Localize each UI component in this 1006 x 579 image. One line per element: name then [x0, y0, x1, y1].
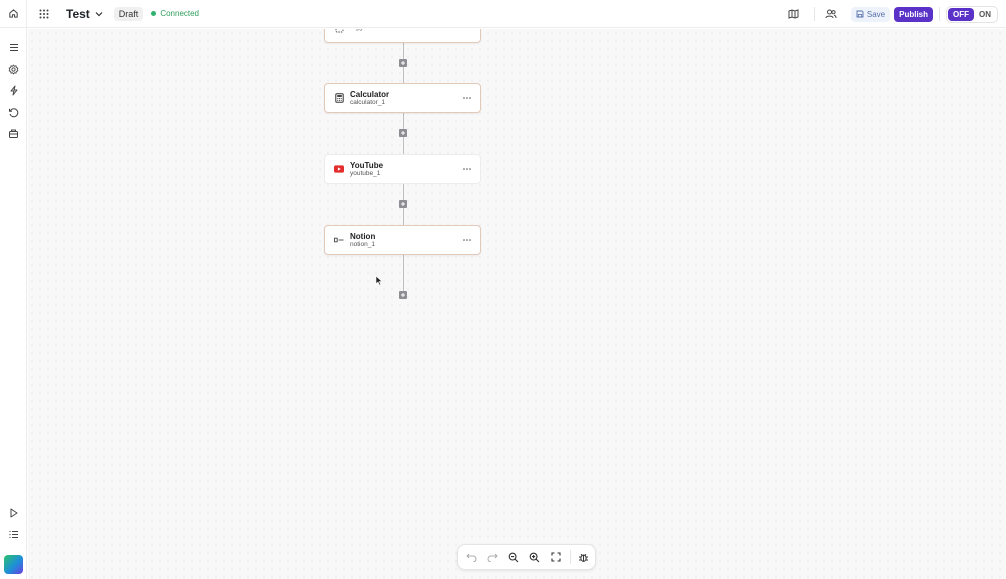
more-options-icon[interactable]: [462, 93, 472, 103]
grid-icon: [39, 9, 49, 18]
connector-line: [403, 184, 404, 200]
lightning-icon[interactable]: [6, 83, 21, 98]
node-id: calculator_1: [350, 98, 386, 106]
node-id: notion_1: [350, 240, 375, 248]
undo-icon: [466, 553, 477, 562]
add-step-button[interactable]: [399, 200, 407, 208]
connector-line: [403, 255, 404, 291]
users-icon: [825, 9, 837, 19]
play-icon[interactable]: [6, 505, 21, 520]
status-badge: Draft: [113, 6, 144, 21]
workflow-canvas[interactable]: trigger Calculator calculator_1 YouTube …: [28, 29, 1006, 579]
calculator-icon: [334, 93, 344, 103]
map-icon: [788, 9, 799, 19]
menu-icon[interactable]: [6, 40, 21, 55]
save-button[interactable]: Save: [850, 6, 891, 22]
node-title: Calculator: [350, 89, 390, 99]
fit-view-button[interactable]: [546, 548, 565, 566]
workflow-node-trigger[interactable]: trigger: [324, 29, 481, 43]
status-dot-icon: [151, 11, 157, 16]
connection-status-label: Connected: [160, 9, 200, 18]
trigger-icon: [334, 29, 344, 33]
workflow-title[interactable]: Test: [66, 7, 90, 21]
youtube-icon: [334, 164, 344, 174]
app-logo[interactable]: [4, 555, 23, 574]
package-icon[interactable]: [6, 126, 21, 141]
map-button[interactable]: [786, 6, 802, 22]
toggle-off-option[interactable]: OFF: [948, 7, 974, 21]
zoom-out-button[interactable]: [504, 548, 523, 566]
debug-button[interactable]: [574, 548, 593, 566]
node-title: Notion: [350, 231, 376, 241]
redo-button[interactable]: [483, 548, 502, 566]
workflow-node-youtube[interactable]: YouTube youtube_1: [324, 154, 481, 184]
node-title: YouTube: [350, 160, 384, 170]
connector-line: [403, 113, 404, 129]
divider: [813, 7, 815, 21]
fit-view-icon: [551, 552, 561, 562]
more-options-icon[interactable]: [462, 235, 472, 245]
divider: [570, 550, 572, 564]
notion-icon: [334, 235, 344, 245]
mouse-cursor-icon: [375, 275, 383, 286]
workflow-node-notion[interactable]: Notion notion_1: [324, 225, 481, 255]
more-options-icon[interactable]: [462, 164, 472, 174]
top-right-actions: Save Publish OFF ON: [786, 0, 998, 28]
divider: [939, 7, 940, 21]
node-id: youtube_1: [350, 169, 381, 177]
canvas-toolbar: [457, 544, 596, 570]
debug-icon: [579, 553, 589, 562]
gear-icon[interactable]: [6, 62, 21, 77]
collaborators-button[interactable]: [823, 6, 839, 22]
home-button[interactable]: [0, 0, 27, 28]
plus-icon: [401, 61, 405, 65]
workflow-toggle[interactable]: OFF ON: [946, 5, 998, 23]
top-bar: Test Draft Connected Save Publish OFF ON: [0, 0, 1006, 28]
toggle-on-option[interactable]: ON: [974, 8, 996, 21]
chevron-down-icon[interactable]: [95, 11, 103, 17]
add-step-button[interactable]: [399, 129, 407, 137]
left-sidebar: [0, 28, 27, 579]
node-id: trigger: [350, 29, 368, 32]
connector-line: [403, 137, 404, 154]
apps-grid-button[interactable]: [36, 6, 52, 22]
workflow-node-calculator[interactable]: Calculator calculator_1: [324, 83, 481, 113]
undo-button[interactable]: [462, 548, 481, 566]
history-icon[interactable]: [6, 105, 21, 120]
save-icon: [856, 10, 864, 18]
plus-icon: [401, 131, 405, 135]
save-label: Save: [866, 9, 886, 19]
zoom-out-icon: [508, 552, 519, 562]
redo-icon: [487, 553, 498, 562]
home-icon: [8, 9, 18, 18]
add-step-button[interactable]: [399, 59, 407, 67]
plus-icon: [401, 202, 405, 206]
plus-icon: [401, 293, 405, 297]
connection-status: Connected: [151, 9, 199, 18]
list-icon[interactable]: [6, 527, 21, 542]
connector-line: [403, 67, 404, 83]
zoom-in-icon: [529, 552, 540, 562]
connector-line: [403, 208, 404, 225]
publish-button[interactable]: Publish: [894, 6, 933, 22]
zoom-in-button[interactable]: [525, 548, 544, 566]
add-step-button[interactable]: [399, 291, 407, 299]
